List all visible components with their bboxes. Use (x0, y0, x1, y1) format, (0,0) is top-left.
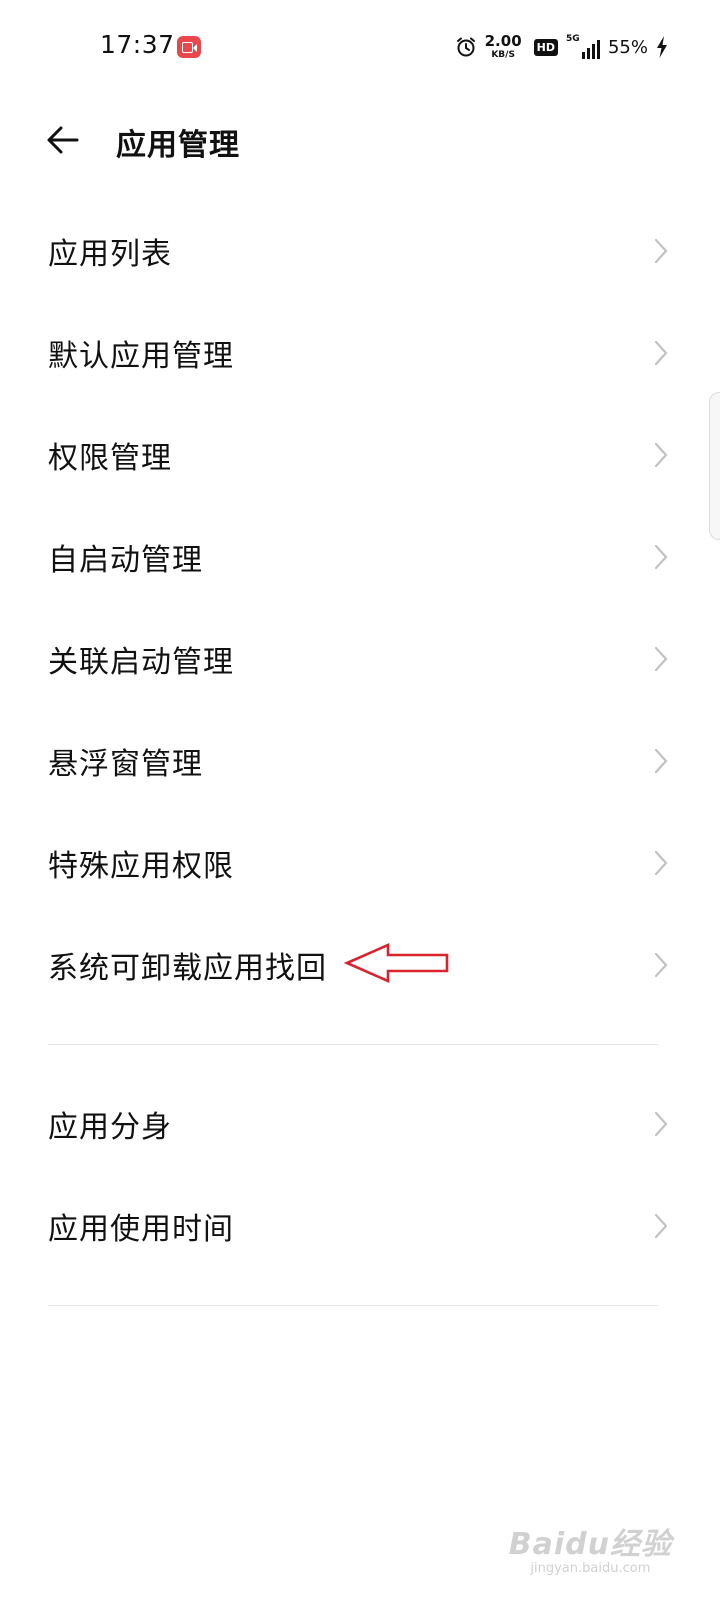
screen-record-icon (177, 36, 201, 58)
net-speed-unit: KB/S (491, 50, 515, 60)
alarm-icon (455, 36, 477, 58)
menu-item-app-clone[interactable]: 应用分身 (0, 1073, 720, 1175)
menu-item-label: 应用使用时间 (48, 1212, 234, 1247)
menu-item-permissions[interactable]: 权限管理 (0, 404, 720, 506)
menu-item-floating-window[interactable]: 悬浮窗管理 (0, 710, 720, 812)
back-arrow-icon[interactable] (44, 122, 84, 158)
menu-item-app-usage-time[interactable]: 应用使用时间 (0, 1175, 720, 1277)
menu-item-label: 默认应用管理 (48, 339, 234, 374)
chevron-right-icon (654, 850, 668, 876)
charging-bolt-icon (656, 36, 668, 58)
menu-item-label: 悬浮窗管理 (48, 747, 203, 782)
chevron-right-icon (654, 952, 668, 978)
chevron-right-icon (654, 442, 668, 468)
baidu-watermark: Baidu经验 jingyan.baidu.com (509, 1519, 672, 1576)
chevron-right-icon (654, 748, 668, 774)
edge-scroll-handle[interactable] (709, 392, 720, 540)
net-speed: 2.00 KB/S (485, 34, 522, 60)
menu-item-label: 关联启动管理 (48, 645, 234, 680)
menu-item-label: 自启动管理 (48, 543, 203, 578)
watermark-brand: Baidu经验 (508, 1527, 672, 1562)
section-divider (48, 1305, 658, 1306)
net-speed-value: 2.00 (484, 32, 522, 50)
status-time: 17:37 (100, 30, 175, 59)
status-icons: 2.00 KB/S HD 5G 55% (455, 30, 668, 64)
battery-percent: 55% (607, 36, 648, 58)
page-title: 应用管理 (116, 128, 240, 163)
signal-icon: 5G (565, 34, 600, 59)
chevron-right-icon (654, 340, 668, 366)
menu-item-default-apps[interactable]: 默认应用管理 (0, 302, 720, 404)
chevron-right-icon (654, 544, 668, 570)
watermark-sub: jingyan.baidu.com (530, 1561, 651, 1576)
chevron-right-icon (654, 1111, 668, 1137)
chevron-right-icon (654, 238, 668, 264)
menu-item-autostart[interactable]: 自启动管理 (0, 506, 720, 608)
menu-item-special-permissions[interactable]: 特殊应用权限 (0, 812, 720, 914)
hd-badge: HD (533, 38, 558, 56)
menu-item-label: 系统可卸载应用找回 (48, 951, 327, 986)
chevron-right-icon (654, 646, 668, 672)
menu-item-label: 应用列表 (48, 237, 172, 272)
menu-item-app-list[interactable]: 应用列表 (0, 200, 720, 302)
settings-list: 应用列表 默认应用管理 权限管理 自启动管理 关联启动管理 悬浮窗管理 特殊应用… (0, 200, 720, 1306)
app-header: 应用管理 (0, 100, 720, 180)
menu-item-label: 权限管理 (48, 441, 172, 476)
chevron-right-icon (654, 1213, 668, 1239)
menu-item-label: 特殊应用权限 (48, 849, 234, 884)
menu-item-label: 应用分身 (48, 1110, 172, 1145)
status-bar: 17:37 2.00 KB/S HD 5G 55% (0, 0, 720, 96)
network-type: 5G (565, 34, 580, 44)
menu-item-associated-launch[interactable]: 关联启动管理 (0, 608, 720, 710)
annotation-arrow-icon (343, 942, 450, 984)
